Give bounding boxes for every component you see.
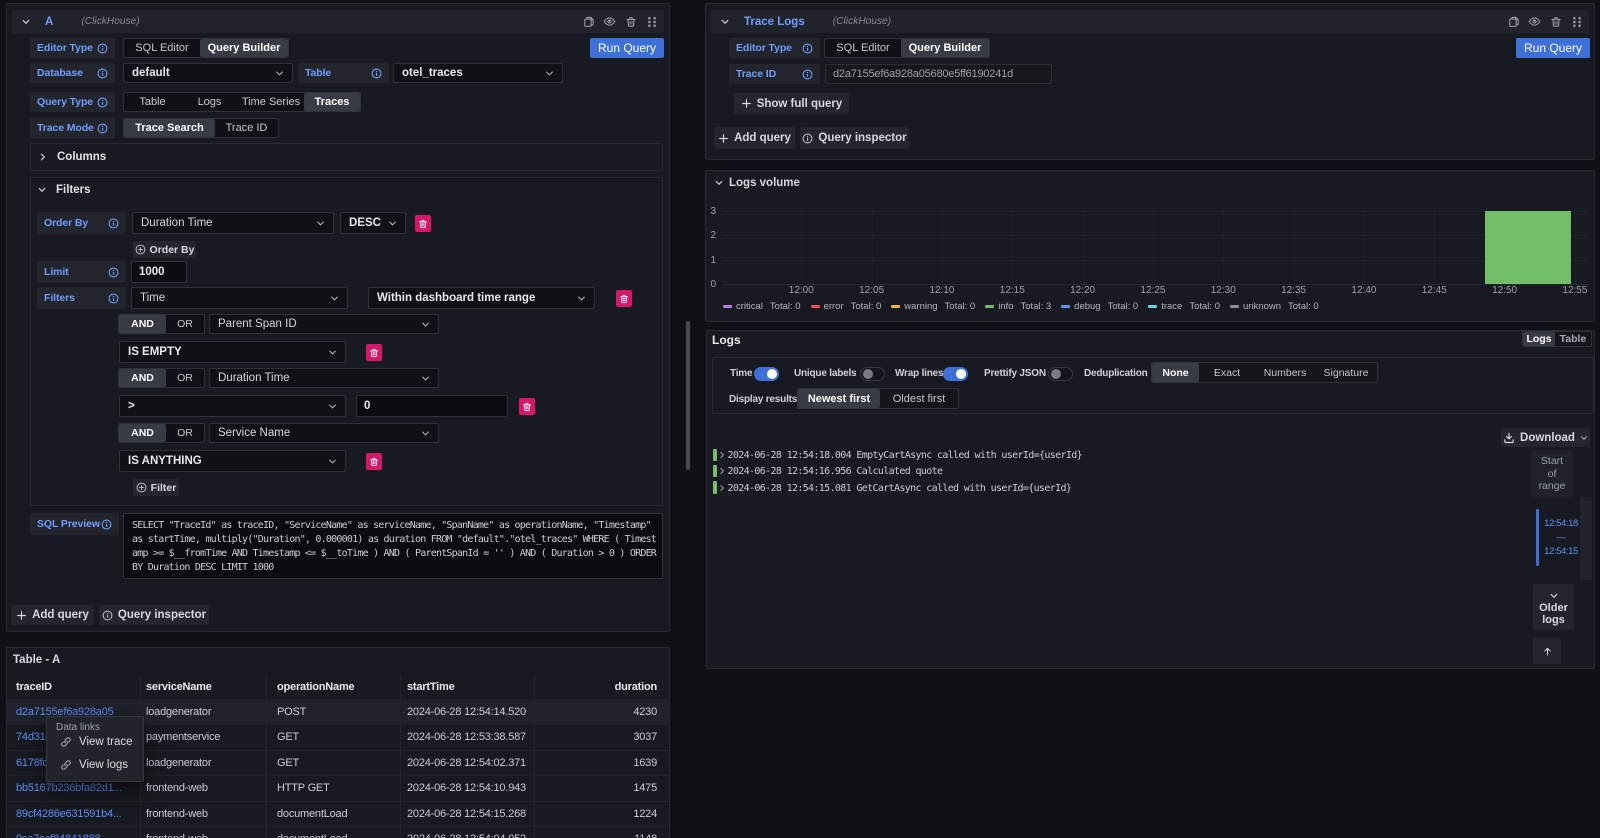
toggle-knob xyxy=(767,369,777,379)
log-level-bar xyxy=(713,465,717,478)
expand-log-row-icon[interactable] xyxy=(718,467,726,475)
time-toggle[interactable] xyxy=(754,367,779,381)
expand-log-row-icon[interactable] xyxy=(718,484,726,492)
download-icon xyxy=(1503,432,1515,444)
logs-nav-range-to[interactable]: 12:54:15 xyxy=(1543,546,1579,557)
unique-labels-toggle-label: Unique labels xyxy=(794,368,856,379)
display-results-label: Display results xyxy=(729,394,797,405)
wrap-lines-toggle-label: Wrap lines xyxy=(895,368,943,379)
chevron-down-icon xyxy=(1580,434,1588,442)
arrow-up-icon xyxy=(1542,646,1553,657)
log-level-bar xyxy=(713,449,717,462)
newest-first-option[interactable]: Newest first xyxy=(798,389,880,408)
deduplication-label: Deduplication xyxy=(1084,368,1148,379)
logs-nav-scrollbar[interactable] xyxy=(1580,497,1592,580)
download-button[interactable]: Download xyxy=(1501,428,1590,447)
context-menu-view-trace[interactable]: View trace xyxy=(60,736,132,748)
unique-labels-toggle[interactable] xyxy=(860,367,885,381)
log-line[interactable]: 2024-06-28 12:54:18.004 EmptyCartAsync c… xyxy=(728,450,1082,461)
logs-nav-range-separator: — xyxy=(1543,532,1579,543)
log-level-bar xyxy=(713,481,717,494)
toggle-knob xyxy=(1051,369,1061,379)
logs-nav-range-from[interactable]: 12:54:18 xyxy=(1543,518,1579,529)
data-links-context-menu: Data links View trace View logs xyxy=(46,716,144,782)
prettify-json-toggle[interactable] xyxy=(1048,367,1073,381)
view-table-option[interactable]: Table xyxy=(1555,332,1591,346)
log-line[interactable]: 2024-06-28 12:54:15.081 GetCartAsync cal… xyxy=(728,483,1072,494)
older-logs-button[interactable]: Older logs xyxy=(1533,584,1574,630)
link-icon xyxy=(60,759,72,771)
logs: Logs Logs Table Time Unique labels Wrap … xyxy=(0,0,1600,838)
prettify-json-toggle-label: Prettify JSON xyxy=(984,368,1046,379)
link-icon xyxy=(60,736,72,748)
toggle-knob xyxy=(956,369,966,379)
grafana-explore-page: { "colors": { "accent_blue": "#3d71d9", … xyxy=(0,0,1600,838)
context-menu-view-logs[interactable]: View logs xyxy=(60,759,128,771)
dedup-numbers[interactable]: Numbers xyxy=(1255,363,1315,382)
logs-panel-title: Logs xyxy=(712,333,741,347)
deduplication-switch: None Exact Numbers Signature xyxy=(1151,362,1378,383)
view-logs-option[interactable]: Logs xyxy=(1523,332,1555,346)
toggle-knob xyxy=(863,369,873,379)
logs-table-view-switch: Logs Table xyxy=(1522,331,1592,347)
logs-nav-timeline xyxy=(1536,509,1539,566)
context-menu-title: Data links xyxy=(56,722,100,733)
dedup-none[interactable]: None xyxy=(1152,363,1199,382)
display-results-switch: Newest first Oldest first xyxy=(797,388,959,409)
time-toggle-label: Time xyxy=(730,368,752,379)
log-line[interactable]: 2024-06-28 12:54:16.956 Calculated quote xyxy=(728,466,943,477)
chevron-down-icon xyxy=(1549,591,1559,601)
dedup-signature[interactable]: Signature xyxy=(1315,363,1377,382)
dedup-exact[interactable]: Exact xyxy=(1199,363,1255,382)
oldest-first-option[interactable]: Oldest first xyxy=(880,389,958,408)
wrap-lines-toggle[interactable] xyxy=(943,367,968,381)
scroll-to-top-button[interactable] xyxy=(1533,638,1561,664)
expand-log-row-icon[interactable] xyxy=(718,451,726,459)
start-of-range-label: Start of range xyxy=(1537,455,1567,493)
